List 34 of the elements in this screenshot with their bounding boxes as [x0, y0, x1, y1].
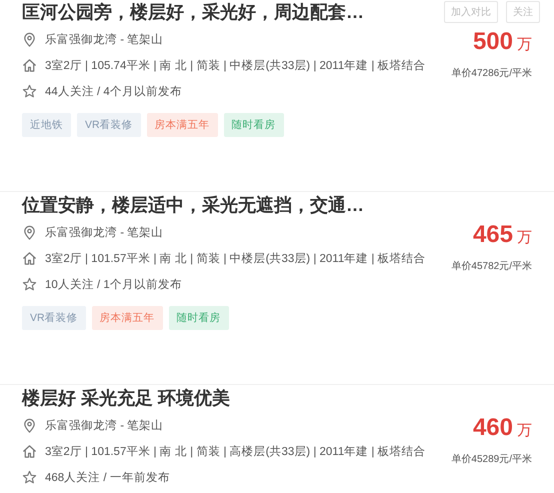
follow-info: 44人关注 / 4个月以前发布 — [45, 84, 182, 98]
unit-price: 单价45289元/平米 — [451, 452, 532, 466]
listing-tag: 房本满五年 — [146, 113, 218, 137]
unit-price: 单价47286元/平米 — [451, 66, 532, 80]
total-price: 460 万 — [472, 414, 532, 443]
listing-tag: VR看装修 — [77, 113, 141, 137]
community-link[interactable]: 乐富强御龙湾 - 笔架山 — [45, 418, 164, 432]
house-info: 3室2厅 | 105.74平米 | 南 北 | 简装 | 中楼层(共33层) | 2011年建 | 板塔结合 — [45, 58, 426, 72]
star-icon — [22, 470, 37, 484]
location-pin-icon — [22, 224, 37, 240]
listing-tag: 近地铁 — [22, 113, 71, 137]
house-icon — [22, 444, 37, 458]
location-pin-icon — [22, 418, 37, 432]
house-icon — [22, 250, 37, 266]
star-icon — [22, 84, 37, 98]
total-price: 465 万 — [472, 221, 532, 250]
follow-info: 468人关注 / 一年前发布 — [45, 470, 170, 484]
house-icon — [22, 58, 37, 72]
unit-price: 单价45782元/平米 — [451, 260, 532, 273]
community-link[interactable]: 乐富强御龙湾 - 笔架山 — [45, 32, 164, 46]
listing-title[interactable]: 匡河公园旁，楼层好，采光好，周边配套… — [22, 0, 364, 24]
house-info: 3室2厅 | 101.57平米 | 南 北 | 简装 | 高楼层(共33层) | 2011年建 | 板塔结合 — [45, 444, 426, 458]
listing-title[interactable]: 位置安静，楼层适中，采光无遮挡，交通… — [22, 193, 364, 217]
total-price: 500 万 — [472, 28, 532, 57]
follow-info: 10人关注 / 1个月以前发布 — [45, 277, 182, 292]
listing-tag: 随时看房 — [224, 113, 284, 137]
listing-tag: 随时看房 — [168, 306, 229, 330]
star-icon — [22, 276, 37, 292]
location-pin-icon — [22, 32, 37, 46]
house-info: 3室2厅 | 101.57平米 | 南 北 | 简装 | 中楼层(共33层) | 2011年建 | 板塔结合 — [45, 251, 426, 266]
listing-tag: 房本满五年 — [92, 306, 163, 330]
listing-tag: VR看装修 — [22, 306, 86, 330]
community-link[interactable]: 乐富强御龙湾 - 笔架山 — [45, 224, 164, 240]
listing-title[interactable]: 楼层好 采光充足 环境优美 — [22, 386, 230, 410]
